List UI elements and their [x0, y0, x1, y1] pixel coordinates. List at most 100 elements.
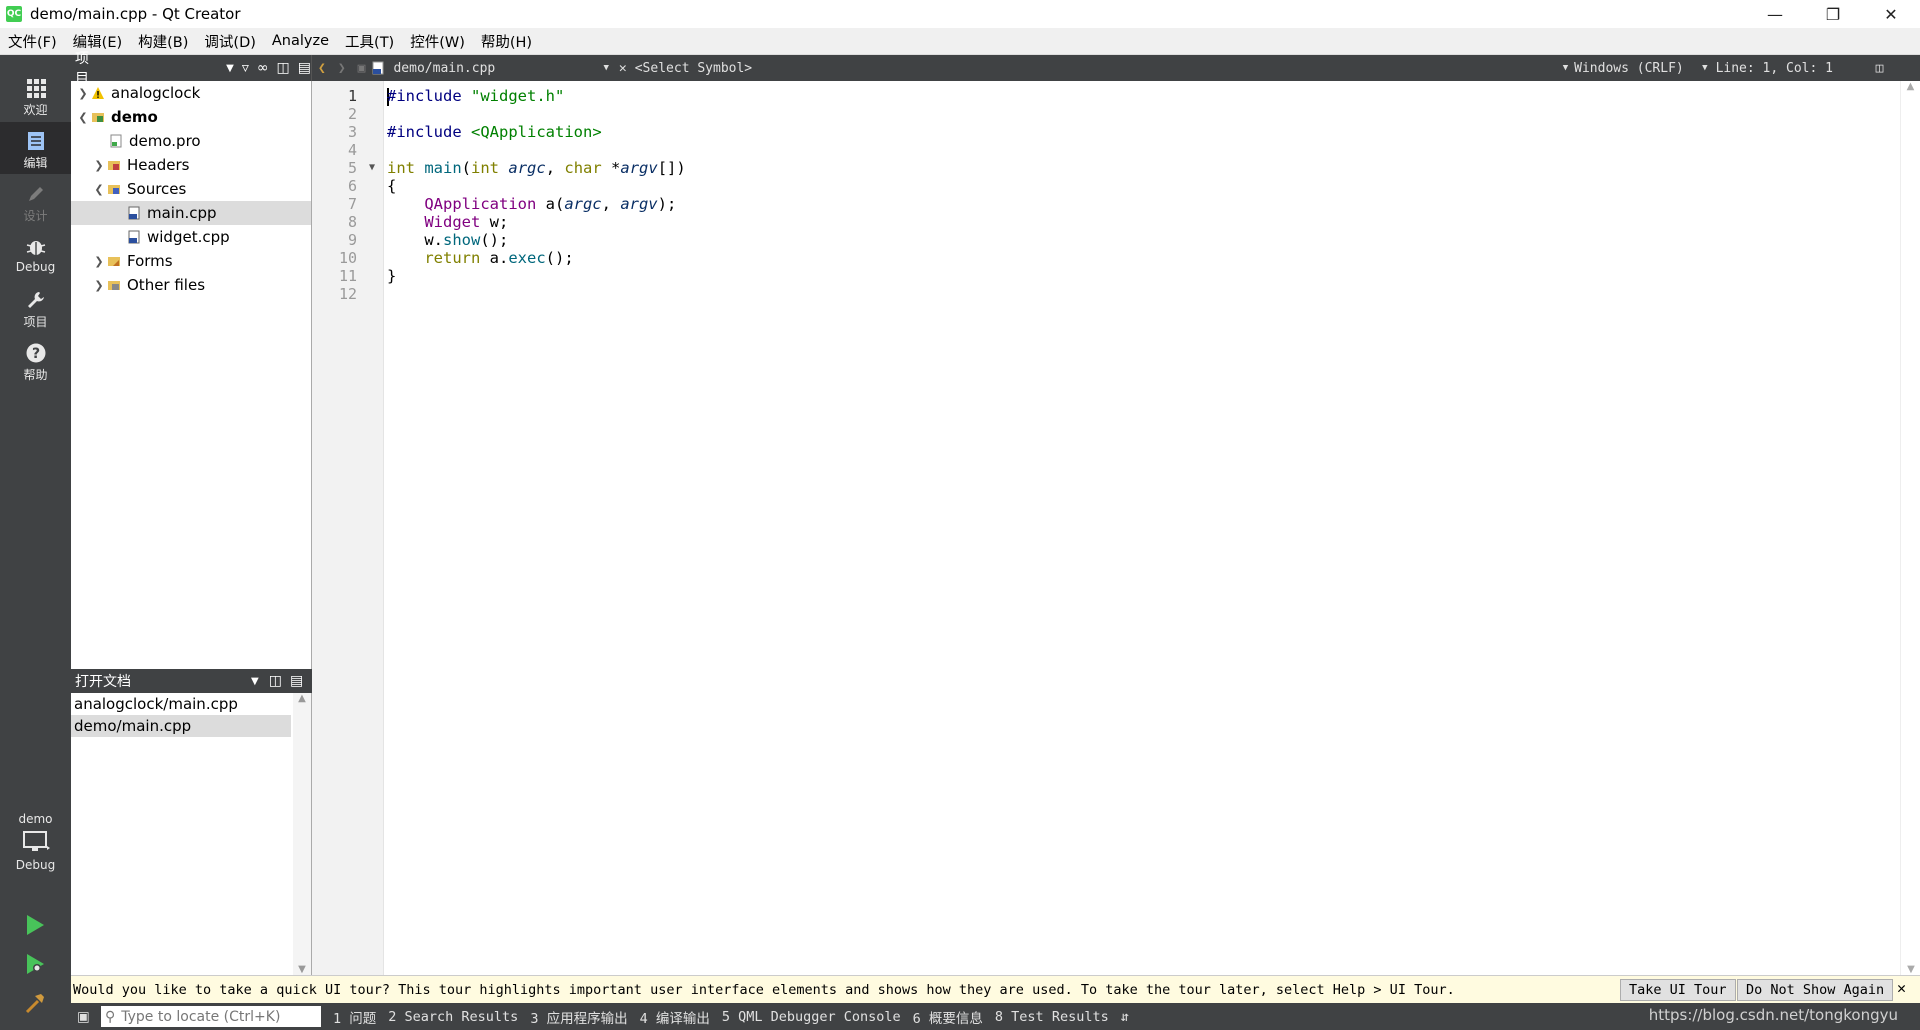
mode-label: 帮助: [23, 368, 48, 382]
tree-item-label: widget.cpp: [147, 228, 230, 246]
back-icon[interactable]: ❮: [318, 61, 326, 76]
menu-debug[interactable]: 调试(D): [196, 31, 263, 52]
menu-help[interactable]: 帮助(H): [473, 31, 540, 52]
bug-icon: [26, 241, 45, 255]
project-sidebar-toolbar: 项目 ▼ ▿ ∞ ◫ ▤: [71, 51, 312, 87]
cursor-position[interactable]: Line: 1, Col: 1: [1716, 61, 1868, 76]
split-icon[interactable]: ◫: [1876, 61, 1884, 76]
chevron-down-icon[interactable]: ▼: [251, 676, 259, 687]
tree-item-label: demo.pro: [129, 132, 201, 150]
mode-debug[interactable]: Debug: [0, 228, 71, 280]
output-pane-application-output[interactable]: 3 应用程序输出: [530, 1007, 627, 1027]
mode-projects[interactable]: 项目: [0, 281, 71, 333]
chevron-down-icon[interactable]: ▼: [1702, 63, 1707, 73]
output-pane-general-messages[interactable]: 6 概要信息: [913, 1007, 983, 1027]
chevron-right-icon[interactable]: ❯: [91, 159, 107, 172]
split-icon[interactable]: ◫: [269, 673, 282, 689]
open-document-item[interactable]: demo/main.cpp: [71, 715, 291, 737]
do-not-show-again-button[interactable]: Do Not Show Again: [1737, 979, 1894, 1001]
scroll-up-icon[interactable]: ▲: [1901, 81, 1920, 92]
tree-item-demo[interactable]: ❮ demo: [71, 105, 311, 129]
chevron-down-icon[interactable]: ❮: [75, 111, 91, 124]
kit-selector[interactable]: demo Debug: [0, 812, 71, 892]
tree-item-analogclock[interactable]: ❯ analogclock: [71, 81, 311, 105]
code-token: argv: [620, 195, 658, 213]
document-icon: [27, 132, 44, 150]
output-pane-qml-debugger[interactable]: 5 QML Debugger Console: [722, 1009, 901, 1025]
mode-help[interactable]: ? 帮助: [0, 334, 71, 386]
file-select[interactable]: demo/main.cpp: [393, 61, 603, 76]
chevron-right-icon[interactable]: ❯: [91, 255, 107, 268]
mode-label: 欢迎: [23, 103, 48, 117]
chevron-down-icon[interactable]: ▼: [1563, 63, 1568, 73]
code-token: return: [424, 249, 481, 267]
menu-widgets[interactable]: 控件(W): [402, 31, 473, 52]
tree-item-widget-cpp[interactable]: widget.cpp: [71, 225, 311, 249]
close-button[interactable]: ✕: [1862, 0, 1920, 28]
build-hammer-icon[interactable]: [24, 991, 46, 1015]
run-icon[interactable]: [24, 913, 46, 937]
open-documents-title[interactable]: 打开文档: [75, 671, 131, 691]
close-icon[interactable]: ✕: [1897, 979, 1906, 997]
folder-icon: [108, 257, 120, 266]
tree-item-sources[interactable]: ❮ Sources: [71, 177, 311, 201]
mode-edit[interactable]: 编辑: [0, 122, 71, 174]
cpp-file-icon: [128, 206, 140, 220]
take-ui-tour-button[interactable]: Take UI Tour: [1620, 979, 1736, 1001]
fold-marker-icon[interactable]: ▼: [369, 157, 375, 179]
chevron-down-icon[interactable]: ❮: [91, 183, 107, 196]
line-ending-select[interactable]: Windows (CRLF): [1574, 61, 1702, 76]
output-pane-search-results[interactable]: 2 Search Results: [388, 1009, 518, 1025]
output-pane-issues[interactable]: 1 问题: [333, 1007, 376, 1027]
open-documents-list: analogclock/main.cpp demo/main.cpp ▲ ▼: [71, 693, 312, 975]
menu-tools[interactable]: 工具(T): [337, 31, 402, 52]
tree-item-forms[interactable]: ❯ Forms: [71, 249, 311, 273]
restore-button[interactable]: ❐: [1804, 0, 1862, 28]
tree-item-demo-pro[interactable]: demo.pro: [71, 129, 311, 153]
tree-item-main-cpp[interactable]: main.cpp: [71, 201, 311, 225]
toggle-sidebar-icon[interactable]: ▣: [77, 1009, 90, 1025]
tree-item-other-files[interactable]: ❯ Other files: [71, 273, 311, 297]
chevron-right-icon[interactable]: ❯: [91, 279, 107, 292]
forward-icon[interactable]: ❯: [338, 61, 346, 76]
filter-icon[interactable]: ▿: [242, 60, 249, 76]
help-icon: ?: [26, 343, 45, 363]
mode-label: Debug: [15, 260, 56, 274]
chevron-down-icon[interactable]: ▼: [226, 63, 234, 74]
tree-item-label: analogclock: [111, 84, 201, 102]
symbol-select[interactable]: <Select Symbol>: [635, 61, 1563, 76]
open-documents-header: 打开文档 ▼ ◫ ▤: [71, 669, 312, 693]
close-document-icon[interactable]: ✕: [619, 61, 627, 76]
debug-run-icon[interactable]: [24, 952, 46, 976]
output-pane-compile-output[interactable]: 4 编译输出: [640, 1007, 710, 1027]
scroll-down-icon[interactable]: ▼: [1901, 964, 1920, 975]
code-editor[interactable]: #include "widget.h" #include <QApplicati…: [385, 81, 1900, 975]
editor-scrollbar[interactable]: ▲ ▼: [1900, 81, 1920, 975]
menu-analyze[interactable]: Analyze: [264, 33, 337, 49]
close-pane-icon[interactable]: ▤: [298, 60, 311, 76]
kit-project-label: demo: [18, 812, 53, 826]
close-pane-icon[interactable]: ▤: [290, 673, 303, 689]
minimize-button[interactable]: —: [1746, 0, 1804, 28]
mode-welcome[interactable]: 欢迎: [0, 69, 71, 121]
window-title: demo/main.cpp - Qt Creator: [30, 5, 241, 23]
code-line: #include "widget.h": [387, 85, 564, 107]
scroll-down-icon[interactable]: ▼: [293, 964, 311, 975]
mode-design[interactable]: 设计: [0, 175, 71, 227]
chevron-down-icon[interactable]: ▼: [603, 63, 608, 73]
tree-item-headers[interactable]: ❯ Headers: [71, 153, 311, 177]
menu-build[interactable]: 构建(B): [130, 31, 196, 52]
open-document-item[interactable]: analogclock/main.cpp: [71, 693, 291, 715]
scroll-up-icon[interactable]: ▲: [293, 693, 311, 704]
split-icon[interactable]: ◫: [277, 60, 290, 76]
link-icon[interactable]: ∞: [257, 60, 269, 76]
open-documents-scrollbar[interactable]: ▲ ▼: [293, 693, 311, 975]
project-tree: ❯ analogclock ❮ demo demo.pro ❯ Headers …: [71, 81, 312, 669]
menu-bar: 文件(F) 编辑(E) 构建(B) 调试(D) Analyze 工具(T) 控件…: [0, 28, 1920, 55]
more-panes-icon[interactable]: ⇵: [1121, 1009, 1129, 1025]
editor-toolbar: ❮ ❯ ▣ demo/main.cpp ▼ ✕ <Select Symbol> …: [312, 55, 1920, 81]
menu-file[interactable]: 文件(F): [0, 31, 65, 52]
output-pane-test-results[interactable]: 8 Test Results: [995, 1009, 1109, 1025]
locator-input[interactable]: ⚲ Type to locate (Ctrl+K): [101, 1006, 321, 1027]
chevron-right-icon[interactable]: ❯: [75, 87, 91, 100]
